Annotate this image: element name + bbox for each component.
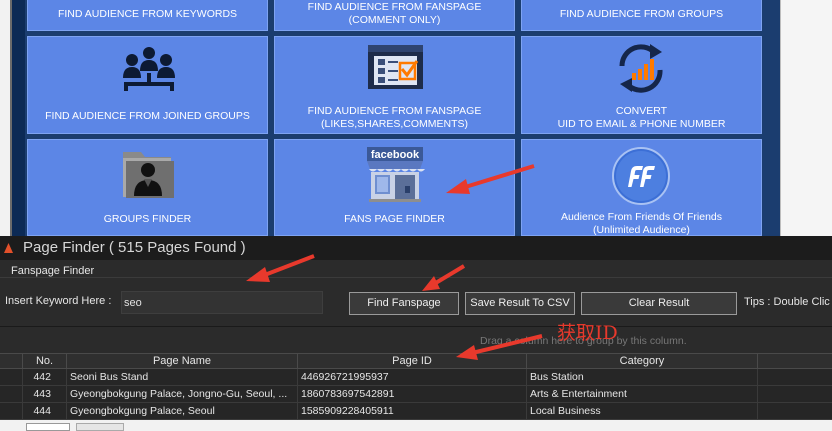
tile-label: FIND AUDIENCE FROM FANSPAGE (COMMENT ONL… — [307, 1, 482, 26]
row-indicator — [0, 369, 23, 386]
tile-label: CONVERT UID TO EMAIL & PHONE NUMBER — [557, 105, 726, 130]
section-divider — [0, 326, 832, 327]
tile-label: FIND AUDIENCE FROM FANSPAGE (LIKES,SHARE… — [307, 105, 482, 130]
annotation-text: 获取ID — [557, 322, 618, 344]
find-fanspage-button[interactable]: Find Fanspage — [349, 292, 459, 315]
cell-page-id: 1585909228405911 — [298, 403, 527, 420]
row-indicator — [0, 386, 23, 403]
tile-find-audience-joined-groups[interactable]: FIND AUDIENCE FROM JOINED GROUPS — [27, 36, 268, 134]
tile-convert-uid[interactable]: CONVERT UID TO EMAIL & PHONE NUMBER — [521, 36, 762, 134]
table-row[interactable]: 442 Seoni Bus Stand 446926721995937 Bus … — [0, 369, 832, 386]
column-header-page-name[interactable]: Page Name — [67, 353, 298, 369]
cell-page-name: Gyeongbokgung Palace, Jongno-Gu, Seoul, … — [67, 386, 298, 403]
column-header-empty — [758, 353, 832, 369]
facebook-logo-text: facebook — [371, 149, 420, 161]
annotation-arrow-page-id — [456, 334, 543, 360]
cell-no: 442 — [23, 369, 67, 386]
annotation-arrow-find-button — [422, 264, 466, 291]
column-header-category[interactable]: Category — [527, 353, 758, 369]
save-csv-button[interactable]: Save Result To CSV — [465, 292, 575, 315]
cell-category: Arts & Entertainment — [527, 386, 758, 403]
app-icon — [4, 243, 13, 253]
panel-titlebar: Page Finder ( 515 Pages Found ) — [0, 236, 832, 260]
tile-find-audience-keywords[interactable]: FIND AUDIENCE FROM KEYWORDS — [27, 0, 268, 31]
keyword-label: Insert Keyword Here : — [5, 295, 112, 307]
column-header-no[interactable]: No. — [23, 353, 67, 369]
tips-text: Tips : Double Clic — [744, 296, 830, 308]
cell-page-name: Gyeongbokgung Palace, Seoul — [67, 403, 298, 420]
ff-logo-icon — [612, 147, 670, 205]
cell-no: 443 — [23, 386, 67, 403]
tile-label: FIND AUDIENCE FROM GROUPS — [559, 8, 724, 20]
tile-find-audience-groups[interactable]: FIND AUDIENCE FROM GROUPS — [521, 0, 762, 31]
group-divider — [0, 277, 832, 278]
tile-label: FANS PAGE FINDER — [344, 213, 445, 225]
taskbar-button[interactable] — [76, 423, 124, 431]
tile-label: FIND AUDIENCE FROM KEYWORDS — [57, 8, 238, 20]
clear-result-button[interactable]: Clear Result — [581, 292, 737, 315]
tile-find-audience-fanspage-comments[interactable]: FIND AUDIENCE FROM FANSPAGE (COMMENT ONL… — [274, 0, 515, 31]
table-row[interactable]: 443 Gyeongbokgung Palace, Jongno-Gu, Seo… — [0, 386, 832, 403]
panel-title: Page Finder ( 515 Pages Found ) — [23, 239, 246, 256]
cell-page-id: 446926721995937 — [298, 369, 527, 386]
checklist-icon — [368, 45, 423, 89]
cell-category: Local Business — [527, 403, 758, 420]
taskbar-button[interactable] — [26, 423, 70, 431]
cell-no: 444 — [23, 403, 67, 420]
tile-friends-of-friends[interactable]: Audience From Friends Of Friends (Unlimi… — [521, 139, 762, 236]
tile-label: GROUPS FINDER — [103, 213, 192, 225]
row-indicator-header — [0, 353, 23, 369]
row-indicator — [0, 403, 23, 420]
table-row[interactable]: 444 Gyeongbokgung Palace, Seoul 15859092… — [0, 403, 832, 420]
cell-category: Bus Station — [527, 369, 758, 386]
tile-find-audience-fanspage-interactions[interactable]: FIND AUDIENCE FROM FANSPAGE (LIKES,SHARE… — [274, 36, 515, 134]
annotation-arrow-keyword — [246, 254, 315, 282]
tile-label: FIND AUDIENCE FROM JOINED GROUPS — [45, 110, 250, 122]
annotation-arrow-fans-page — [446, 164, 535, 194]
cell-page-name: Seoni Bus Stand — [67, 369, 298, 386]
refresh-chart-icon — [619, 44, 663, 93]
cell-page-id: 1860783697542891 — [298, 386, 527, 403]
keyword-input[interactable] — [121, 291, 323, 314]
background-window-right — [780, 0, 832, 236]
taskbar-strip — [0, 420, 832, 431]
window-frame — [12, 0, 25, 236]
tile-label: Audience From Friends Of Friends (Unlimi… — [560, 211, 723, 236]
tile-groups-finder[interactable]: GROUPS FINDER — [27, 139, 268, 236]
facebook-store-icon: facebook — [367, 147, 425, 202]
results-table: No. Page Name Page ID Category 442 Seoni… — [0, 353, 832, 420]
page-finder-panel: Page Finder ( 515 Pages Found ) Fanspage… — [0, 236, 832, 431]
user-folder-icon — [123, 152, 174, 198]
group-label: Fanspage Finder — [11, 265, 95, 277]
group-people-icon — [123, 47, 175, 91]
